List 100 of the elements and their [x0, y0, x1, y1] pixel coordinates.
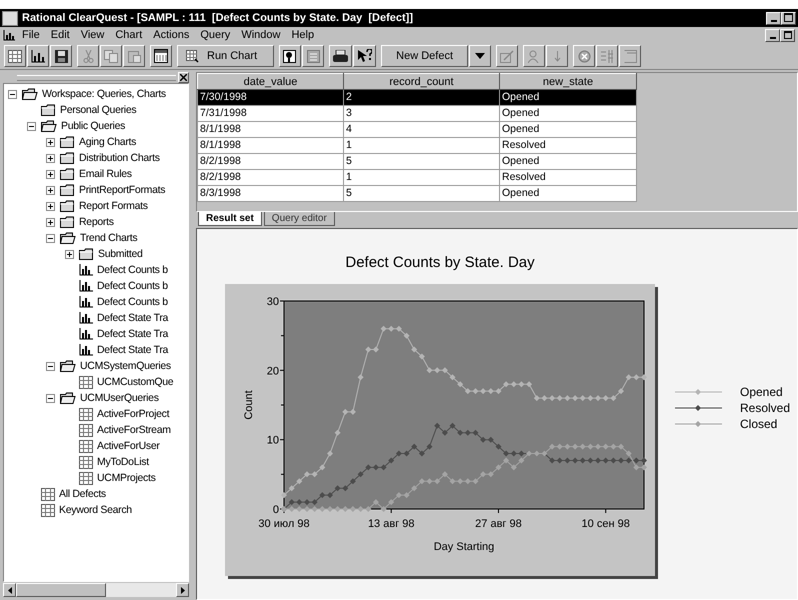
scrollbar-thumb[interactable]	[16, 583, 106, 597]
printer-icon[interactable]	[329, 45, 352, 67]
tree-item[interactable]: ActiveForStream	[97, 424, 171, 436]
expand-toggle[interactable]	[46, 202, 55, 210]
minimize-button[interactable]	[766, 12, 781, 24]
menu-item[interactable]: Chart	[114, 29, 144, 41]
scissors-icon[interactable]	[77, 45, 99, 67]
new-defect-button[interactable]: New Defect	[381, 45, 468, 67]
tree-item[interactable]: MyToDoList	[97, 456, 149, 468]
tree-item[interactable]: Email Rules	[79, 168, 132, 180]
collapse-toggle[interactable]	[46, 234, 55, 242]
table-cell: 2	[344, 90, 500, 106]
table-row[interactable]: 8/1/1998 4 Opened	[198, 122, 636, 138]
x-axis-title: Day Starting	[434, 541, 494, 553]
expand-toggle[interactable]	[46, 170, 55, 178]
tree-item[interactable]: Defect Counts b	[97, 296, 168, 308]
run-chart-button[interactable]: Run Chart	[177, 45, 274, 67]
table-icon[interactable]	[4, 45, 26, 67]
menu-item[interactable]: File	[21, 29, 41, 41]
help-icon[interactable]	[353, 45, 376, 67]
tree-item[interactable]: Personal Queries	[60, 104, 136, 116]
edit-icon[interactable]	[496, 45, 518, 67]
tree-item[interactable]: UCMUserQueries	[80, 392, 159, 404]
collapse-toggle[interactable]	[27, 122, 36, 130]
chart-icon	[79, 264, 93, 276]
copy-icon[interactable]	[100, 45, 122, 67]
table-cell: 8/1/1998	[198, 138, 344, 154]
user-icon[interactable]	[523, 45, 545, 67]
tab[interactable]: Result set	[198, 212, 262, 226]
save-icon[interactable]	[50, 45, 72, 67]
legend-marker	[674, 421, 722, 427]
table-row[interactable]: 8/3/1998 5 Opened	[198, 186, 636, 202]
find-icon[interactable]	[279, 45, 302, 67]
maximize-button[interactable]	[781, 12, 796, 24]
expand-toggle[interactable]	[46, 186, 55, 194]
fields-icon[interactable]	[596, 45, 618, 67]
tree-item[interactable]: All Defects	[59, 488, 106, 500]
collapse-toggle[interactable]	[46, 362, 55, 370]
menu-item[interactable]: Help	[290, 29, 316, 41]
horizontal-scrollbar[interactable]	[3, 583, 189, 597]
tree-item[interactable]: UCMSystemQueries	[80, 360, 171, 372]
tree-item[interactable]: UCMProjects	[97, 472, 156, 484]
folder-icon	[60, 136, 75, 148]
tree-item[interactable]: ActiveForUser	[97, 440, 160, 452]
expand-toggle[interactable]	[65, 250, 74, 258]
tree-item[interactable]: Trend Charts	[80, 232, 138, 244]
cancel-icon[interactable]	[573, 45, 595, 67]
arrow-down-icon[interactable]	[546, 45, 568, 67]
menu-item[interactable]: Window	[240, 29, 282, 41]
y-tick-label: 20	[266, 365, 279, 378]
form-icon[interactable]	[150, 45, 172, 67]
tree-item[interactable]: Report Formats	[79, 200, 148, 212]
table-row[interactable]: 7/31/1998 3 Opened	[198, 106, 636, 122]
expand-toggle[interactable]	[46, 154, 55, 162]
tree-item[interactable]: Defect Counts b	[97, 280, 168, 292]
column-header[interactable]: date_value	[198, 74, 344, 90]
expand-toggle[interactable]	[46, 218, 55, 226]
tab[interactable]: Query editor	[264, 212, 335, 226]
collapse-toggle[interactable]	[46, 394, 55, 402]
document-icon[interactable]	[302, 45, 324, 67]
tree-item[interactable]: Public Queries	[61, 120, 126, 132]
tree-item[interactable]: Workspace: Queries, Charts	[42, 88, 166, 100]
tree-item[interactable]: Distribution Charts	[79, 152, 160, 164]
tree-item[interactable]: Defect State Tra	[97, 328, 168, 340]
restore-button[interactable]	[780, 28, 795, 42]
tree-item[interactable]: Aging Charts	[79, 136, 136, 148]
minimize-button[interactable]	[765, 28, 780, 42]
tree-item[interactable]: UCMCustomQue	[97, 376, 174, 388]
open-folder-icon	[60, 360, 76, 372]
tree-item[interactable]: Defect State Tra	[97, 344, 168, 356]
collapse-toggle[interactable]	[8, 90, 17, 98]
tree-item[interactable]: ActiveForProject	[97, 408, 170, 420]
column-header[interactable]: new_state	[500, 74, 636, 90]
close-button[interactable]	[178, 72, 189, 83]
column-header[interactable]: record_count	[344, 74, 500, 90]
open-folder-icon	[60, 392, 76, 404]
table-row[interactable]: 8/2/1998 5 Opened	[198, 154, 636, 170]
chart-title: Defect Counts by State. Day	[345, 254, 535, 271]
menu-item[interactable]: Edit	[50, 29, 71, 41]
menu-item[interactable]: Query	[199, 29, 232, 41]
table-row[interactable]: 8/1/1998 1 Resolved	[198, 138, 636, 154]
table-row[interactable]: 8/2/1998 1 Resolved	[198, 170, 636, 186]
panel-icon[interactable]	[619, 45, 641, 67]
tree-item[interactable]: PrintReportFormats	[79, 184, 166, 196]
tree-item[interactable]: Submitted	[98, 248, 143, 260]
chart-icon[interactable]	[27, 45, 49, 67]
tree-item[interactable]: Keyword Search	[59, 504, 132, 516]
table-cell: 7/31/1998	[198, 106, 344, 122]
folder-icon	[60, 200, 75, 212]
menu-item[interactable]: Actions	[152, 29, 190, 41]
paste-icon[interactable]	[123, 45, 145, 67]
table-row[interactable]: 7/30/1998 2 Opened	[198, 90, 636, 106]
scroll-left-button[interactable]	[3, 583, 16, 597]
tree-item[interactable]: Defect Counts b	[97, 264, 168, 276]
expand-toggle[interactable]	[46, 138, 55, 146]
tree-item[interactable]: Defect State Tra	[97, 312, 168, 324]
chart-icon	[79, 328, 93, 340]
scroll-right-button[interactable]	[176, 583, 189, 597]
tree-item[interactable]: Reports	[79, 216, 114, 228]
menu-item[interactable]: View	[80, 29, 106, 41]
